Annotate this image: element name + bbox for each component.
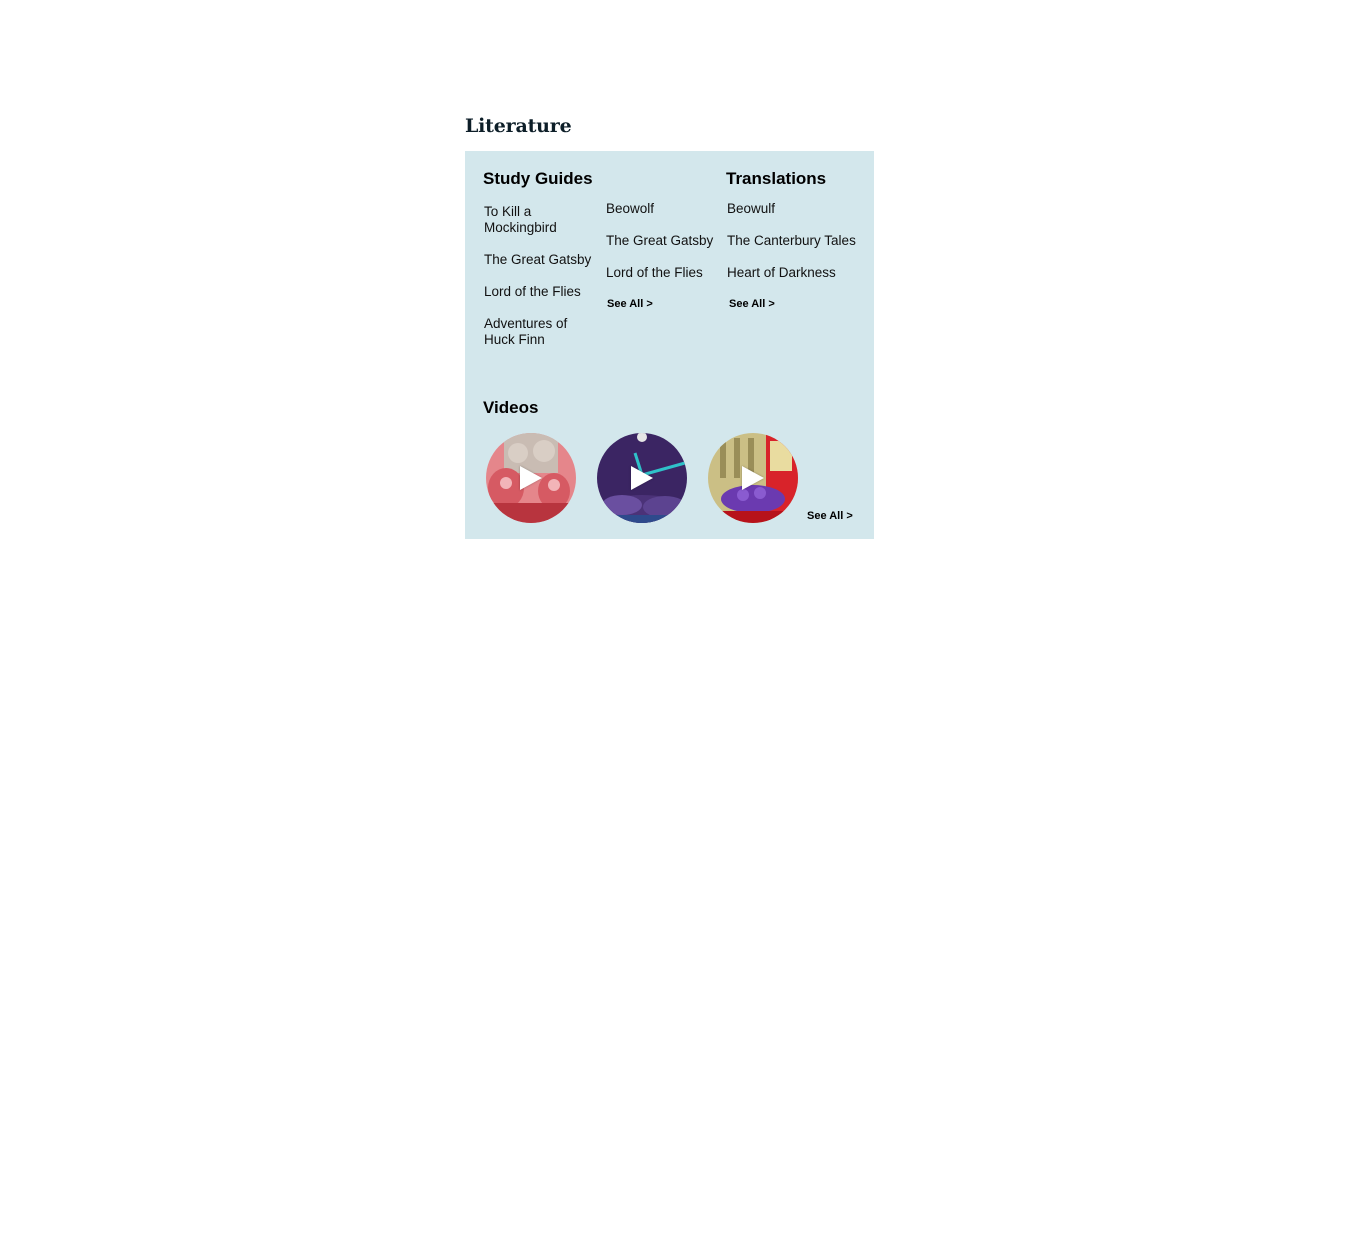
play-icon xyxy=(520,466,542,490)
study-guides-see-all-link[interactable]: See All > xyxy=(607,298,653,310)
translation-link-the-canterbury-tales[interactable]: The Canterbury Tales xyxy=(727,233,867,249)
translations-list: Beowulf The Canterbury Tales Heart of Da… xyxy=(727,201,867,281)
study-guide-link-to-kill-a-mockingbird[interactable]: To Kill a Mockingbird xyxy=(484,204,596,236)
study-guides-list-1: To Kill a Mockingbird The Great Gatsby L… xyxy=(484,204,596,348)
study-guide-link-the-great-gatsby[interactable]: The Great Gatsby xyxy=(484,252,596,268)
play-icon xyxy=(742,466,764,490)
translations-heading: Translations xyxy=(726,169,827,188)
study-guide-link-lord-of-the-flies-2[interactable]: Lord of the Flies xyxy=(606,265,726,281)
study-guides-list-2: Beowolf The Great Gatsby Lord of the Fli… xyxy=(606,201,726,281)
study-guide-link-beowolf[interactable]: Beowolf xyxy=(606,201,726,217)
study-guide-link-lord-of-the-flies[interactable]: Lord of the Flies xyxy=(484,284,596,300)
video-thumbnail-1[interactable] xyxy=(486,433,576,523)
study-guides-heading: Study Guides xyxy=(483,169,593,188)
page-title: Literature xyxy=(465,115,572,137)
video-thumbnail-3[interactable] xyxy=(708,433,798,523)
literature-panel: Study Guides To Kill a Mockingbird The G… xyxy=(465,151,874,539)
play-icon xyxy=(631,466,653,490)
translation-link-beowulf[interactable]: Beowulf xyxy=(727,201,867,217)
video-thumbnail-2[interactable] xyxy=(597,433,687,523)
translations-see-all-link[interactable]: See All > xyxy=(729,298,775,310)
study-guide-link-the-great-gatsby-2[interactable]: The Great Gatsby xyxy=(606,233,726,249)
videos-heading: Videos xyxy=(483,398,539,417)
study-guide-link-adventures-of-huck-finn[interactable]: Adventures of Huck Finn xyxy=(484,316,596,348)
translation-link-heart-of-darkness[interactable]: Heart of Darkness xyxy=(727,265,867,281)
videos-see-all-link[interactable]: See All > xyxy=(807,510,853,522)
